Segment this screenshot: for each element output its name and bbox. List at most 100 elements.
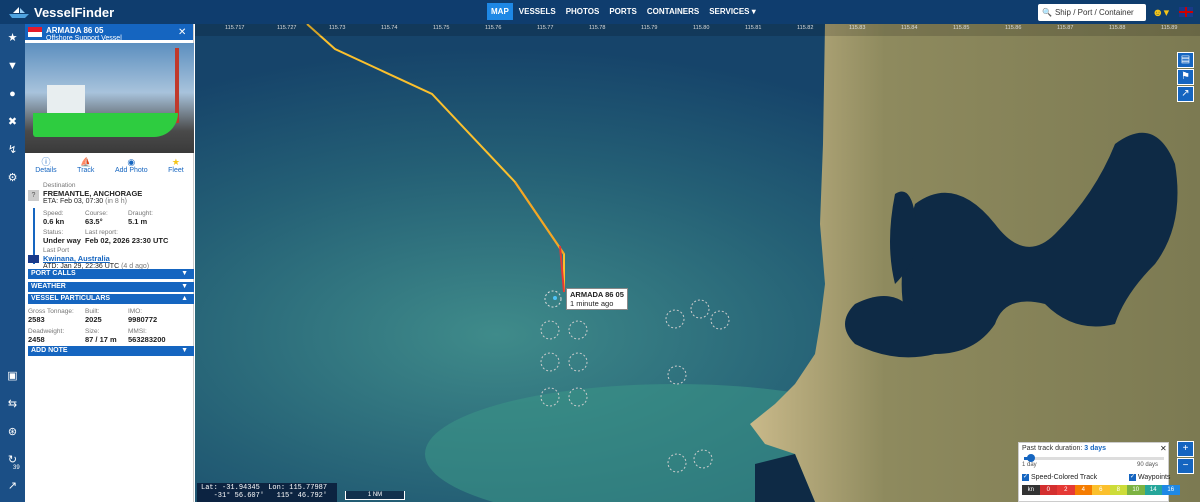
refresh-count: 39 [13,465,20,471]
nav-photos[interactable]: PHOTOS [562,3,604,20]
brand-logo[interactable]: VesselFinder [8,5,114,20]
track-button[interactable]: ⛵ Track [77,157,94,177]
speed-value: 0.6 kn [43,217,65,226]
dwt-label: Deadweight: [28,328,65,335]
lon-tick-label: 115.80 [693,25,710,31]
eta: ETA: Feb 03, 07:30 (in 8 h) [43,198,127,205]
fleet-label: Fleet [168,167,184,174]
lon-tick-label: 115.717 [225,25,245,31]
speed-legend-item: 8 [1109,485,1127,495]
lon-tick-label: 115.83 [849,25,866,31]
slider-knob[interactable] [1027,454,1035,462]
user-icon[interactable]: ☻▾ [1152,6,1169,19]
zoom-out-button[interactable]: − [1177,458,1194,474]
top-bar: VesselFinder MAP VESSELS PHOTOS PORTS CO… [0,0,1200,24]
coord-line-1: Lat: -31.94345 Lon: 115.77987 [201,484,333,492]
speed-label: Speed: [43,210,64,217]
lat-label: Lat: [201,484,218,492]
vessel-actions: ⓘ Details ⛵ Track ◉ Add Photo ★ Fleet [25,157,194,177]
nav-containers[interactable]: CONTAINERS [643,3,703,20]
add-photo-button[interactable]: ◉ Add Photo [115,157,148,177]
weather-label: WEATHER [31,283,66,290]
lon-value: 115.77987 [289,484,328,492]
nav-map[interactable]: MAP [487,3,513,20]
close-icon[interactable]: ✕ [178,27,186,38]
destination-value: FREMANTLE, ANCHORAGE [43,189,143,198]
australia-flag-icon [28,255,39,263]
speed-colored-label: Speed-Colored Track [1031,474,1098,481]
port-calls-section[interactable]: PORT CALLS ▼ [28,269,194,279]
filter-icon[interactable]: ▼ [6,60,19,73]
lon-tick-label: 115.727 [277,25,297,31]
lon-tick-label: 115.87 [1057,25,1074,31]
star-icon[interactable]: ★ [6,32,19,45]
destination-label: Destination [43,182,76,189]
lon-tick-label: 115.78 [589,25,606,31]
vessel-tooltip[interactable]: ARMADA 86 05 1 minute ago [566,288,628,310]
lon-tick-label: 115.73 [329,25,346,31]
status-label: Status: [43,229,64,236]
particulars-section[interactable]: VESSEL PARTICULARS ▲ [28,294,194,304]
status-value: Under way [43,236,81,245]
track-label: Track [77,167,95,174]
built-value: 2025 [85,315,102,324]
draught-value: 5.1 m [128,217,148,226]
lon-tick-label: 115.81 [745,25,762,31]
vessel-photo[interactable] [25,43,194,153]
lon-tick-label: 115.84 [901,25,918,31]
imo-value: 9980772 [128,315,158,324]
vessel-type: Offshore Support Vessel [46,35,122,42]
close-icon[interactable]: ✕ [1160,444,1167,453]
search-input[interactable]: 🔍 Ship / Port / Container [1038,4,1146,21]
port-calls-label: PORT CALLS [31,270,76,277]
lon-tick-label: 115.74 [381,25,398,31]
swap-icon[interactable]: ⇆ [6,398,19,411]
details-button[interactable]: ⓘ Details [35,157,56,177]
zoom-in-button[interactable]: + [1177,441,1194,457]
main-nav: MAP VESSELS PHOTOS PORTS CONTAINERS SERV… [487,3,760,20]
speed-colored-checkbox[interactable]: ✓ Speed-Colored Track [1022,474,1097,481]
route-icon[interactable]: ↯ [6,144,19,157]
fleet-button[interactable]: ★ Fleet [168,157,184,177]
track-duration-title: Past track duration: 3 days [1022,445,1165,452]
destination-flag-unknown: ? [28,190,39,201]
speed-legend-item: 16 [1162,485,1180,495]
last-port-link[interactable]: Kwinana, Australia [43,254,110,263]
speed-legend-item: 2 [1057,485,1075,495]
size-label: Size: [85,328,100,335]
mmsi-label: MMSI: [128,328,147,335]
nav-vessels[interactable]: VESSELS [515,3,560,20]
gt-label: Gross Tonnage: [28,308,74,315]
speed-legend-item: 4 [1074,485,1092,495]
map-canvas[interactable]: ARMADA 86 05 1 minute ago 115.717 115.727… [195,24,1200,502]
ship-list-icon[interactable]: ▣ [6,370,19,383]
tools-icon[interactable]: ✖ [6,116,19,129]
crane-shape [175,48,179,123]
waypoints-checkbox[interactable]: ✓ Waypoints [1129,474,1170,481]
search-placeholder: Ship / Port / Container [1054,8,1134,17]
speed-legend-item: 6 [1092,485,1110,495]
lon-tick-label: 115.86 [1005,25,1022,31]
nav-services[interactable]: SERVICES ▾ [705,3,760,20]
track-duration-panel: Past track duration: 3 days ✕ 1 day 90 d… [1018,442,1180,502]
map-layers-icon[interactable]: ▤ [1177,52,1194,68]
add-note-section[interactable]: ADD NOTE ▼ [28,346,194,356]
map-flag-icon[interactable]: ⚑ [1177,69,1194,85]
track-duration-slider[interactable] [1024,454,1164,462]
hull-shape [33,113,178,137]
lon-tick-label: 115.88 [1109,25,1126,31]
imo-label: IMO: [128,308,143,315]
gear-icon[interactable]: ⚙ [6,172,19,185]
map-satellite [195,24,1200,502]
waypoints-label: Waypoints [1138,474,1171,481]
weather-section[interactable]: WEATHER ▼ [28,282,194,292]
language-flag-icon[interactable] [1179,7,1193,17]
mmsi-value: 563283200 [128,335,166,344]
location-pin-icon[interactable]: ● [6,88,19,101]
nav-ports[interactable]: PORTS [605,3,641,20]
map-measure-icon[interactable]: ↗ [1177,86,1194,102]
chevron-up-icon: ▲ [181,295,188,302]
tooltip-name: ARMADA 86 05 [570,290,624,299]
antenna-icon[interactable]: ⊛ [6,426,19,439]
fullscreen-icon[interactable]: ↗ [6,480,19,493]
